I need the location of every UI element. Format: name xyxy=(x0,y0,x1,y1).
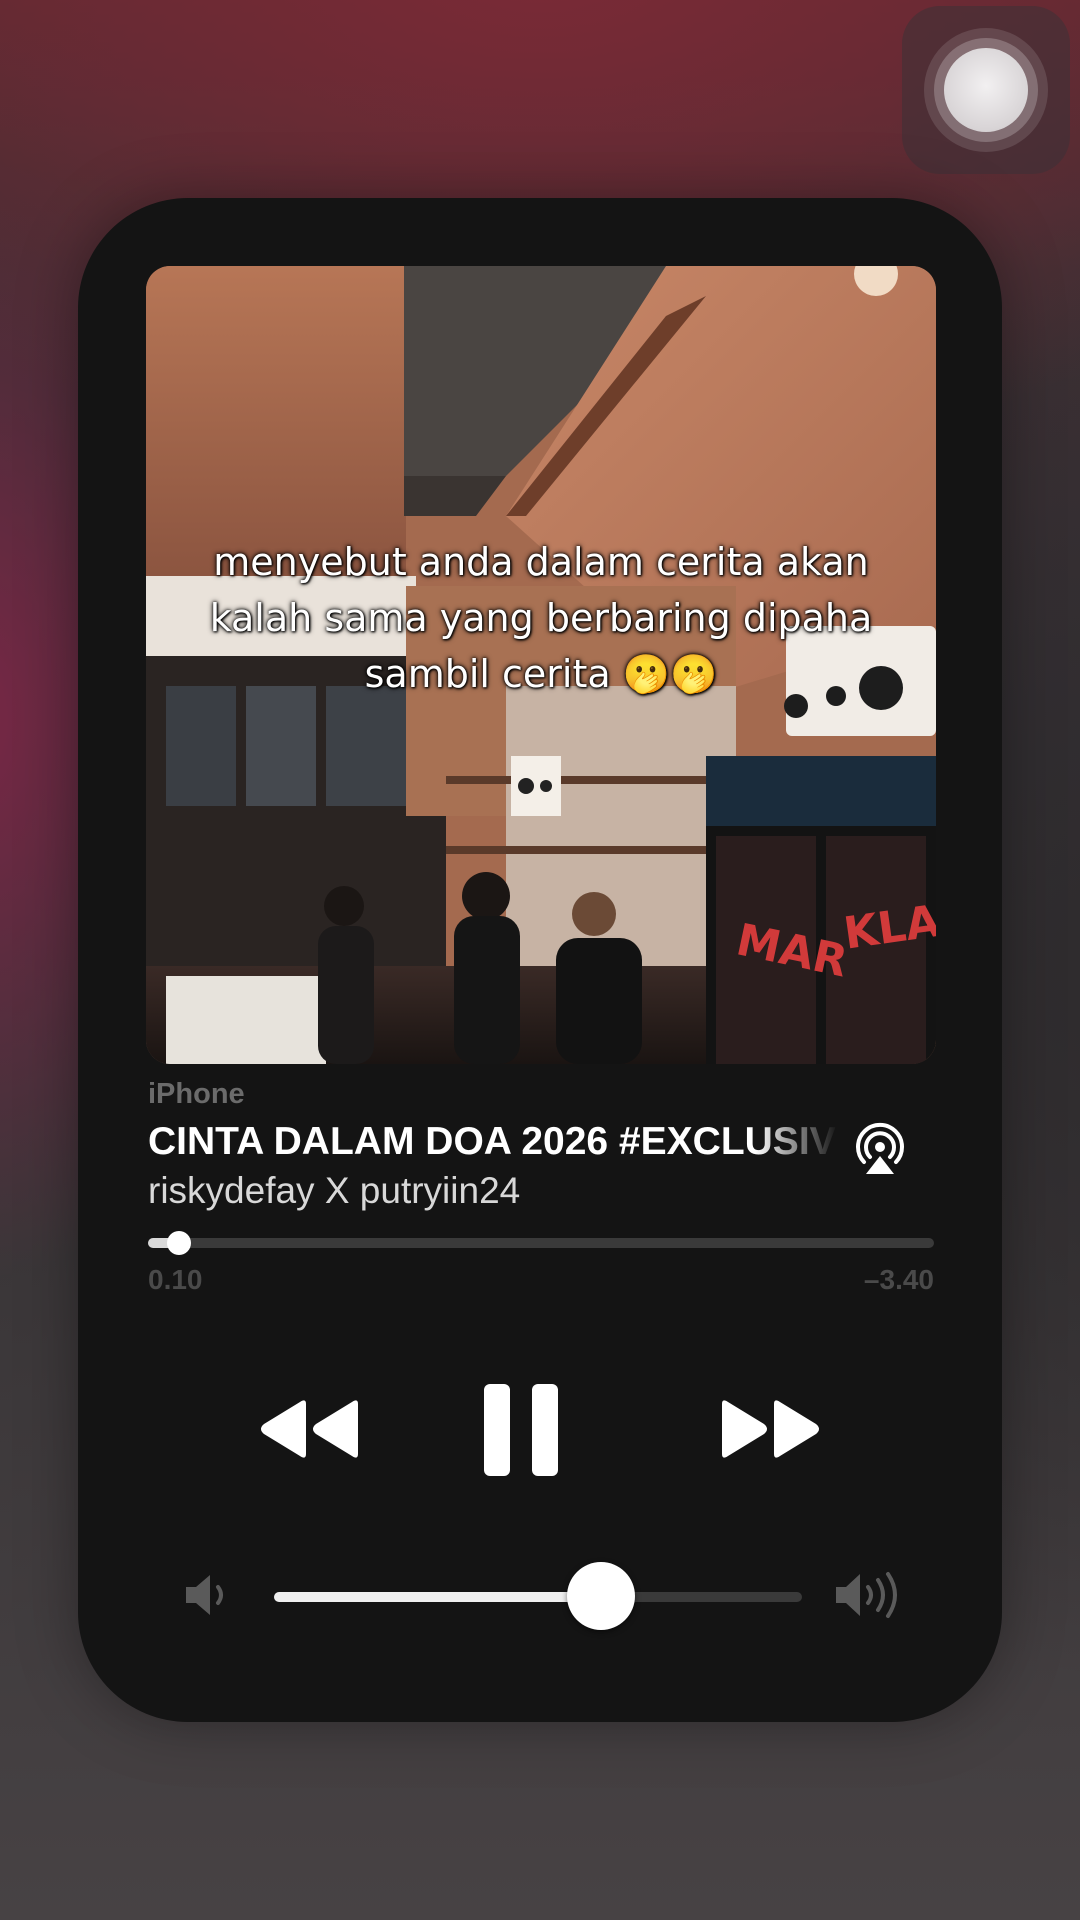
speaker-high-icon xyxy=(834,1570,906,1620)
volume-slider[interactable] xyxy=(274,1562,802,1630)
volume-knob[interactable] xyxy=(567,1562,636,1630)
elapsed-time: 0.10 xyxy=(148,1264,203,1295)
remaining-time: –3.40 xyxy=(863,1264,934,1295)
track-artist: riskydefay X putryiin24 xyxy=(148,1170,521,1211)
progress-scrubber[interactable] xyxy=(167,1231,192,1255)
pause-icon xyxy=(484,1384,558,1476)
pause-button[interactable] xyxy=(482,1382,560,1478)
volume-fill xyxy=(274,1592,602,1602)
forward-icon xyxy=(722,1400,819,1458)
speaker-low-icon xyxy=(184,1572,234,1618)
track-title: CINTA DALAM DOA 2026 #EXCLUSIVE xyxy=(148,1120,838,1163)
output-device-label: iPhone xyxy=(148,1078,245,1110)
artwork-caption: menyebut anda dalam cerita akan kalah sa… xyxy=(209,540,873,696)
now-playing-card: MAR KLA menyebut anda dalam cerita akan … xyxy=(78,198,1002,1722)
assistive-touch-dot xyxy=(944,48,1028,132)
airplay-icon[interactable] xyxy=(850,1118,910,1178)
backward-icon xyxy=(261,1400,358,1458)
forward-button[interactable] xyxy=(718,1396,826,1462)
album-artwork: MAR KLA menyebut anda dalam cerita akan … xyxy=(146,266,936,1064)
rewind-button[interactable] xyxy=(254,1396,362,1462)
playback-progress-bar[interactable] xyxy=(148,1231,934,1255)
assistive-touch-button[interactable] xyxy=(902,6,1070,174)
